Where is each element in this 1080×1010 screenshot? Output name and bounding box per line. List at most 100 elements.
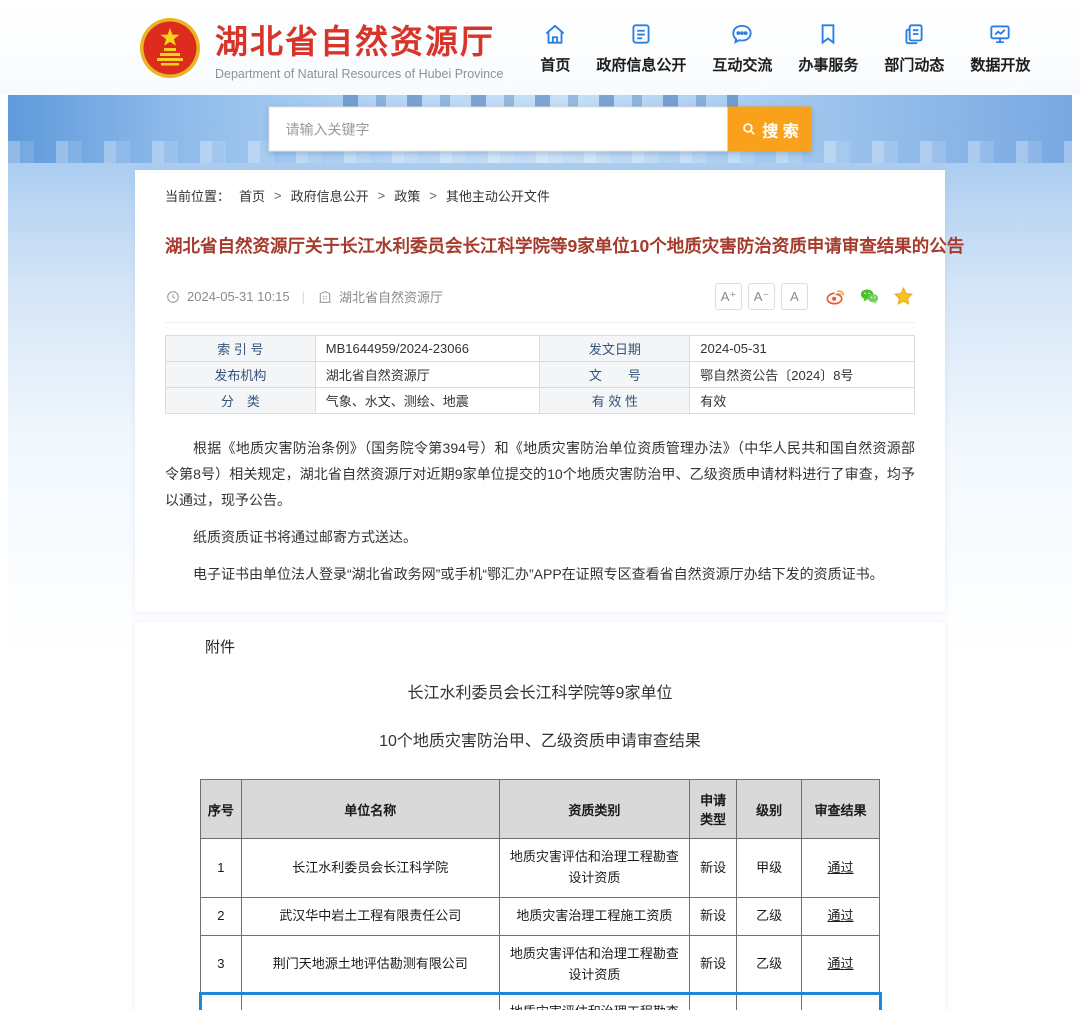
meta-label: 文 号 [540,362,690,388]
article-paragraph: 电子证书由单位法人登录“湖北省政务网”或手机“鄂汇办”APP在证照专区查看省自然… [165,562,915,588]
cell-apply_type: 新设 [689,898,737,936]
table-row-highlighted: 4湖北永业行评估咨询有限公司地质灾害评估和治理工程勘查设计资质新设甲级通过 [201,994,880,1010]
nav-item-label: 办事服务 [798,54,858,75]
meta-table-row: 索 引 号MB1644959/2024-23066发文日期2024-05-31 [166,336,915,362]
main-nav: 首页 政府信息公开 互动交流 办事服务 部门动态 数据开放 [527,21,1043,75]
breadcrumb-separator: > [429,188,437,203]
meta-table-row: 发布机构湖北省自然资源厅文 号鄂自然资公告〔2024〕8号 [166,362,915,388]
cell-result: 通过 [801,994,879,1010]
column-header: 资质类别 [499,780,689,839]
cell-apply_type: 新设 [689,994,737,1010]
nav-item-label: 首页 [540,54,570,75]
cell-no: 1 [201,839,242,898]
nav-item-label: 数据开放 [970,54,1030,75]
pages-icon [901,21,927,47]
nav-item-label: 部门动态 [884,54,944,75]
site-logo[interactable]: 湖北省自然资源厅 Department of Natural Resources… [138,15,503,81]
nav-item-bookmark[interactable]: 办事服务 [785,21,871,75]
cell-name: 湖北永业行评估咨询有限公司 [241,994,499,1010]
clock-icon [165,289,181,305]
article-paragraph: 纸质资质证书将通过邮寄方式送达。 [165,525,915,551]
meta-label: 索 引 号 [166,336,316,362]
monitor-icon [987,21,1013,47]
breadcrumb-separator: > [378,188,386,203]
font-size-reset-button[interactable]: A [781,283,808,310]
favorite-star-icon[interactable] [892,285,915,308]
page-title: 湖北省自然资源厅关于长江水利委员会长江科学院等9家单位10个地质灾害防治资质申请… [165,233,915,258]
meta-value: 鄂自然资公告〔2024〕8号 [690,362,915,388]
divider: | [302,289,305,304]
meta-value: 有效 [690,388,915,414]
national-emblem-icon [138,16,202,80]
cell-level: 甲级 [737,994,802,1010]
column-header: 序号 [201,780,242,839]
bookmark-icon [815,21,841,47]
cell-category: 地质灾害评估和治理工程勘查设计资质 [499,994,689,1010]
result-link[interactable]: 通过 [827,956,853,971]
font-size-decrease-button[interactable]: A⁻ [748,283,775,310]
result-link[interactable]: 通过 [827,860,853,875]
breadcrumb-label: 当前位置： [165,186,230,205]
nav-item-label: 政府信息公开 [596,54,686,75]
table-row: 1长江水利委员会长江科学院地质灾害评估和治理工程勘查设计资质新设甲级通过 [201,839,880,898]
result-table-wrap: 序号单位名称资质类别申请类型级别审查结果 1长江水利委员会长江科学院地质灾害评估… [200,779,880,1010]
article-source: 湖北省自然资源厅 [339,287,443,306]
cell-category: 地质灾害治理工程施工资质 [499,898,689,936]
cell-name: 武汉华中岩土工程有限责任公司 [241,898,499,936]
breadcrumb-item-0[interactable]: 首页 [239,186,265,205]
breadcrumb-item-2[interactable]: 政策 [394,186,420,205]
search-box: 搜 索 [269,107,812,152]
table-header-row: 序号单位名称资质类别申请类型级别审查结果 [201,780,880,839]
nav-item-home[interactable]: 首页 [527,21,583,75]
font-size-increase-button[interactable]: A⁺ [715,283,742,310]
attachment-card: 附件 长江水利委员会长江科学院等9家单位 10个地质灾害防治甲、乙级资质申请审查… [135,622,945,1010]
search-icon [740,121,757,138]
breadcrumb-item-1[interactable]: 政府信息公开 [291,186,369,205]
document-meta-table: 索 引 号MB1644959/2024-23066发文日期2024-05-31发… [165,335,915,414]
breadcrumb: 当前位置： 首页 > 政府信息公开 > 政策 > 其他主动公开文件 [165,186,915,205]
site-header: 湖北省自然资源厅 Department of Natural Resources… [0,0,1080,95]
cell-name: 长江水利委员会长江科学院 [241,839,499,898]
cell-category: 地质灾害评估和治理工程勘查设计资质 [499,935,689,994]
cell-apply_type: 新设 [689,839,737,898]
article-body: 根据《地质灾害防治条例》（国务院令第394号）和《地质灾害防治单位资质管理办法》… [165,436,915,587]
wechat-icon[interactable] [858,285,881,308]
cell-result: 通过 [801,839,879,898]
table-row: 2武汉华中岩土工程有限责任公司地质灾害治理工程施工资质新设乙级通过 [201,898,880,936]
nav-item-pages[interactable]: 部门动态 [871,21,957,75]
weibo-icon[interactable] [824,285,847,308]
article-card: 当前位置： 首页 > 政府信息公开 > 政策 > 其他主动公开文件 湖北省自然资源厅关于长江… [135,170,945,612]
site-title: 湖北省自然资源厅 [215,15,503,63]
nav-item-info-doc[interactable]: 政府信息公开 [583,21,699,75]
cell-result: 通过 [801,898,879,936]
breadcrumb-separator: > [274,188,282,203]
nav-item-chat[interactable]: 互动交流 [699,21,785,75]
share-icons [824,285,915,308]
result-link[interactable]: 通过 [827,908,853,923]
info-doc-icon [628,21,654,47]
chat-icon [729,21,755,47]
cell-no: 2 [201,898,242,936]
search-input[interactable] [269,107,728,152]
meta-table-row: 分 类气象、水文、测绘、地震有 效 性有效 [166,388,915,414]
cell-no: 3 [201,935,242,994]
search-button-label: 搜 索 [762,117,798,141]
cell-apply_type: 新设 [689,935,737,994]
nav-item-monitor[interactable]: 数据开放 [957,21,1043,75]
brand-text: 湖北省自然资源厅 Department of Natural Resources… [215,15,503,81]
search-button[interactable]: 搜 索 [728,107,812,152]
home-icon [542,21,568,47]
nav-item-label: 互动交流 [712,54,772,75]
table-row: 3荆门天地源土地评估勘测有限公司地质灾害评估和治理工程勘查设计资质新设乙级通过 [201,935,880,994]
breadcrumb-item-3[interactable]: 其他主动公开文件 [446,186,550,205]
site-subtitle: Department of Natural Resources of Hubei… [215,67,503,81]
meta-label: 发布机构 [166,362,316,388]
cell-no: 4 [201,994,242,1010]
article-paragraph: 根据《地质灾害防治条例》（国务院令第394号）和《地质灾害防治单位资质管理办法》… [165,436,915,514]
cell-level: 甲级 [737,839,802,898]
column-header: 单位名称 [241,780,499,839]
attachment-label: 附件 [205,636,915,657]
result-table: 序号单位名称资质类别申请类型级别审查结果 1长江水利委员会长江科学院地质灾害评估… [200,779,880,1010]
meta-value: MB1644959/2024-23066 [315,336,540,362]
column-header: 申请类型 [689,780,737,839]
